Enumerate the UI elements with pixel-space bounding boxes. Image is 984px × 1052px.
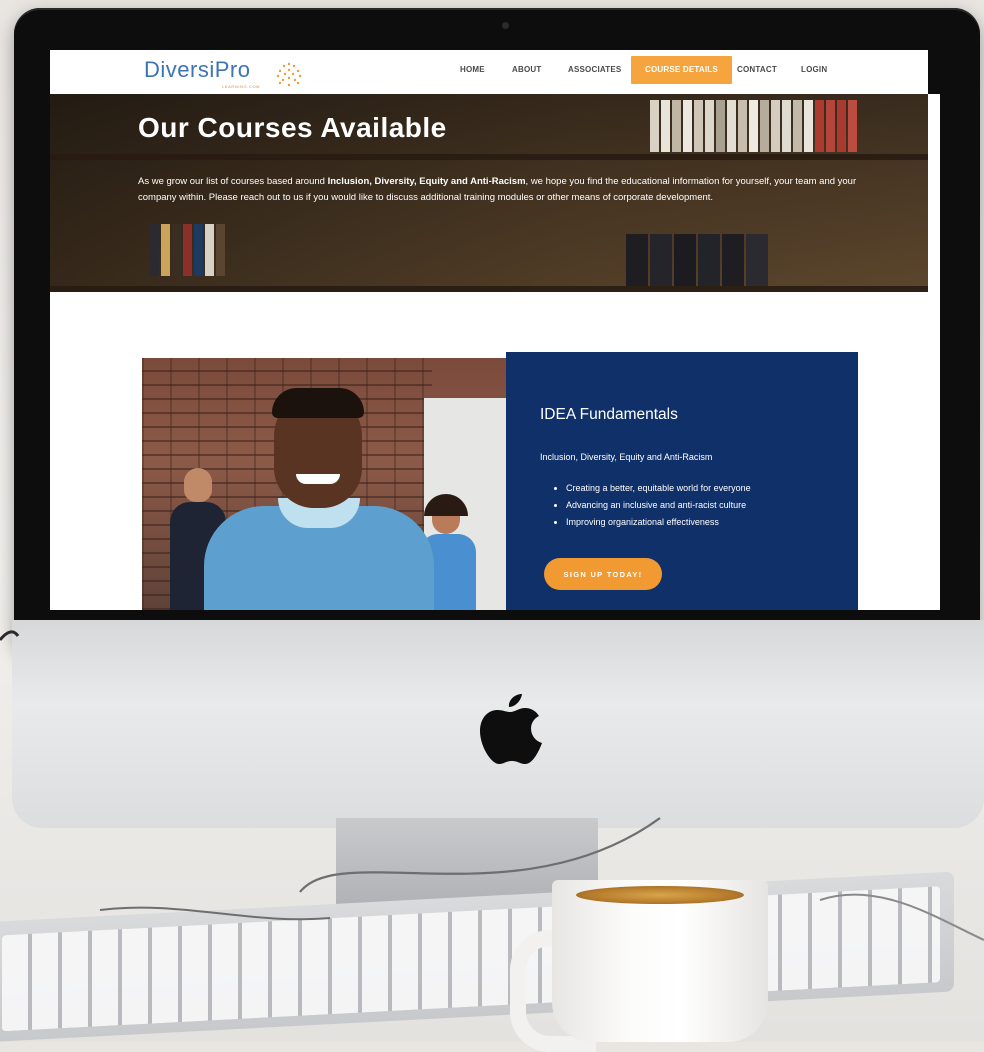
brand-logo[interactable]: DiversiPro LEARNING.COM	[144, 57, 302, 91]
nav-associates[interactable]: ASSOCIATES	[568, 56, 621, 84]
nav-contact[interactable]: CONTACT	[737, 56, 777, 84]
webcam	[502, 22, 509, 29]
page-title: Our Courses Available	[138, 112, 447, 143]
nav-about[interactable]: ABOUT	[512, 56, 541, 84]
person-main	[204, 388, 434, 610]
nav-home[interactable]: HOME	[460, 56, 485, 84]
bezel-edge	[928, 50, 940, 94]
intro-text-start: As we grow our list of courses based aro…	[138, 176, 328, 187]
hero-banner: Our Courses Available As we grow our lis…	[50, 94, 928, 292]
coffee-cup	[552, 880, 768, 1042]
hero-intro: As we grow our list of courses based aro…	[138, 174, 868, 206]
sign-up-button[interactable]: SIGN UP TODAY!	[544, 558, 662, 590]
apple-icon	[480, 694, 542, 764]
site-header: DiversiPro LEARNING.COM HOME ABOUT ASSOC…	[50, 50, 928, 94]
books-top-right	[650, 100, 859, 152]
website-viewport: DiversiPro LEARNING.COM HOME ABOUT ASSOC…	[50, 50, 940, 610]
course-bullets: Creating a better, equitable world for e…	[552, 480, 751, 531]
course-card: IDEA Fundamentals Inclusion, Diversity, …	[506, 352, 858, 610]
brand-name: DiversiPro	[144, 57, 251, 82]
nav-login[interactable]: LOGIN	[801, 56, 827, 84]
keyboard-keys	[2, 886, 940, 1032]
books-bottom-right	[626, 234, 770, 286]
course-subtitle: Inclusion, Diversity, Equity and Anti-Ra…	[540, 452, 713, 462]
list-item: Improving organizational effectiveness	[566, 514, 751, 531]
dots-cluster-icon	[276, 62, 302, 87]
coffee	[576, 886, 744, 904]
list-item: Creating a better, equitable world for e…	[566, 480, 751, 497]
brand-tagline: LEARNING.COM	[222, 84, 261, 89]
books-bottom-left	[150, 224, 227, 276]
course-title: IDEA Fundamentals	[540, 406, 678, 423]
course-photo	[142, 358, 506, 610]
bookshelf-top	[50, 154, 928, 160]
list-item: Advancing an inclusive and anti-racist c…	[566, 497, 751, 514]
keyboard	[0, 871, 954, 1042]
nav-course-details[interactable]: COURSE DETAILS	[631, 56, 732, 84]
intro-text-bold: Inclusion, Diversity, Equity and Anti-Ra…	[327, 176, 526, 187]
